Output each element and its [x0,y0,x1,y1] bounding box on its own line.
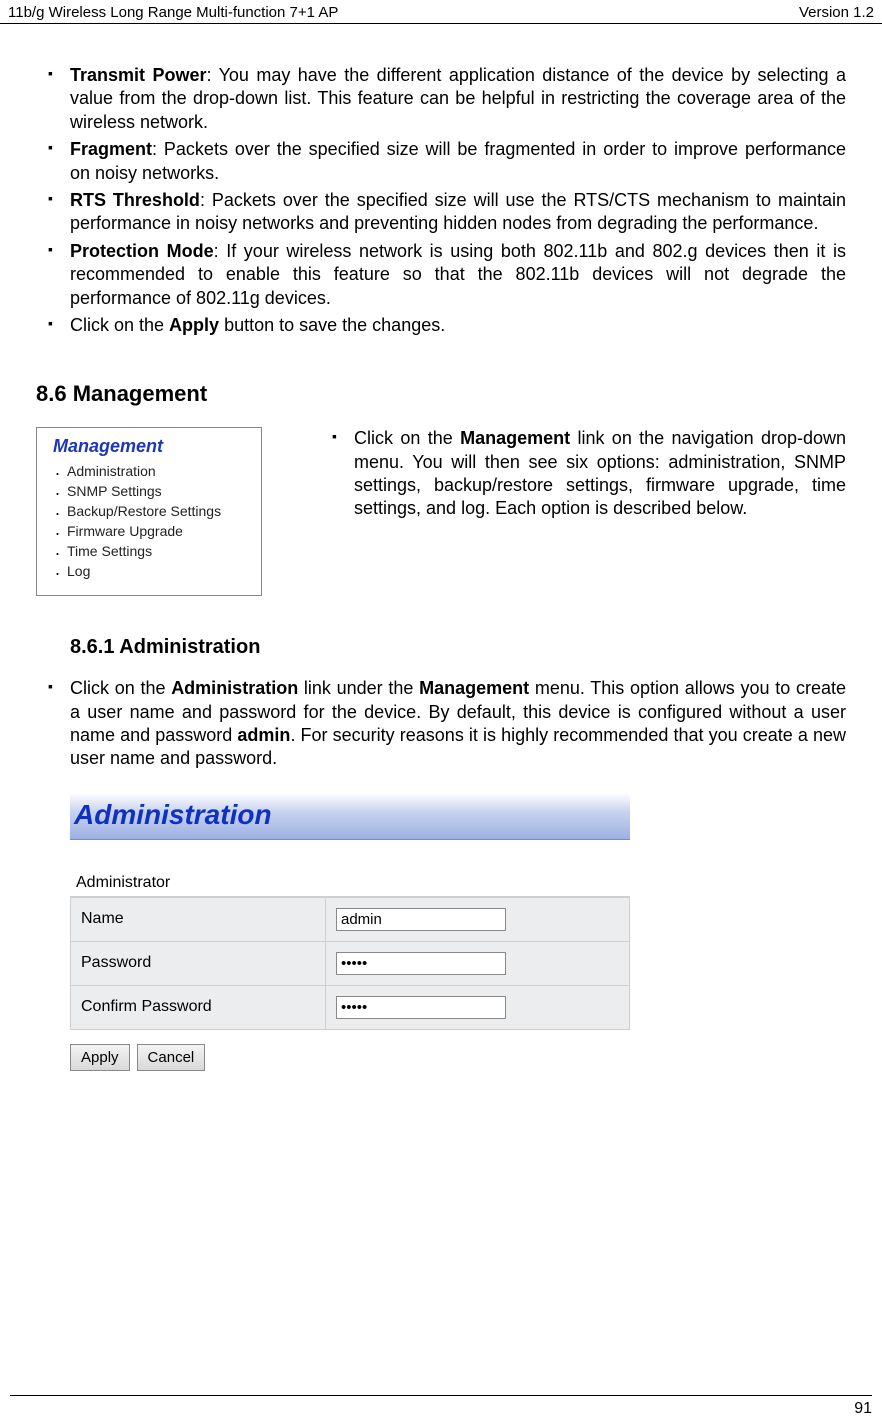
text-fragment: : Packets over the specified size will b… [70,139,846,182]
label-password: Password [71,941,326,985]
management-row: Management Administration SNMP Settings … [36,427,846,596]
heading-8-6: 8.6 Management [36,381,846,407]
administration-panel: Administration Administrator Name Passwo… [70,793,630,1071]
row-name: Name [71,897,630,941]
label-confirm-password: Confirm Password [71,985,326,1029]
password-input[interactable] [336,952,506,975]
apply-button[interactable]: Apply [70,1044,130,1071]
bullet-apply: Click on the Apply button to save the ch… [70,314,846,337]
cell-password-input [326,941,630,985]
label-name: Name [71,897,326,941]
row-password: Password [71,941,630,985]
admin-table: Name Password Confirm Password [70,897,630,1030]
button-row: Apply Cancel [70,1030,630,1071]
header-left: 11b/g Wireless Long Range Multi-function… [8,4,338,21]
bullet-mgmt-desc: Click on the Management link on the navi… [354,427,846,521]
admin-p-bold1: Administration [171,678,298,698]
bullet-transmit-power: Transmit Power: You may have the differe… [70,64,846,134]
nav-item-snmp-settings[interactable]: SNMP Settings [47,481,251,501]
bullet-admin-desc: Click on the Administration link under t… [70,677,846,771]
page-footer: 91 [10,1395,872,1418]
management-nav-box: Management Administration SNMP Settings … [36,427,262,596]
admin-bullet-list: Click on the Administration link under t… [36,677,846,771]
admin-p-mid1: link under the [298,678,419,698]
mgmt-prefix: Click on the [354,428,460,448]
bullet-rts-threshold: RTS Threshold: Packets over the specifie… [70,189,846,236]
apply-prefix: Click on the [70,315,169,335]
mgmt-bold: Management [460,428,570,448]
top-bullet-list: Transmit Power: You may have the differe… [36,64,846,337]
nav-item-time-settings[interactable]: Time Settings [47,541,251,561]
cell-confirm-input [326,985,630,1029]
admin-p-bold3: admin [237,725,290,745]
page-number: 91 [854,1400,872,1417]
nav-item-firmware-upgrade[interactable]: Firmware Upgrade [47,521,251,541]
admin-section-label: Administrator [70,870,630,897]
nav-item-administration[interactable]: Administration [47,461,251,481]
cell-name-input [326,897,630,941]
management-description: Click on the Management link on the navi… [332,427,846,525]
bullet-fragment: Fragment: Packets over the specified siz… [70,138,846,185]
page-content: Transmit Power: You may have the differe… [0,24,882,1071]
heading-8-6-1: 8.6.1 Administration [70,636,846,659]
cancel-button[interactable]: Cancel [137,1044,206,1071]
row-confirm-password: Confirm Password [71,985,630,1029]
label-transmit-power: Transmit Power [70,65,206,85]
name-input[interactable] [336,908,506,931]
label-protection: Protection Mode [70,241,214,261]
label-rts: RTS Threshold [70,190,200,210]
confirm-password-input[interactable] [336,996,506,1019]
nav-item-log[interactable]: Log [47,561,251,581]
bullet-protection-mode: Protection Mode: If your wireless networ… [70,240,846,310]
nav-item-backup-restore[interactable]: Backup/Restore Settings [47,501,251,521]
page-header: 11b/g Wireless Long Range Multi-function… [0,0,882,24]
admin-p-bold2: Management [419,678,529,698]
admin-banner-title: Administration [74,799,626,831]
nav-title: Management [47,436,251,457]
header-right: Version 1.2 [799,4,874,21]
apply-suffix: button to save the changes. [219,315,445,335]
apply-bold: Apply [169,315,219,335]
admin-banner: Administration [70,793,630,840]
label-fragment: Fragment [70,139,152,159]
admin-p-prefix: Click on the [70,678,171,698]
admin-body: Administrator Name Password Confirm Pass… [70,840,630,1071]
